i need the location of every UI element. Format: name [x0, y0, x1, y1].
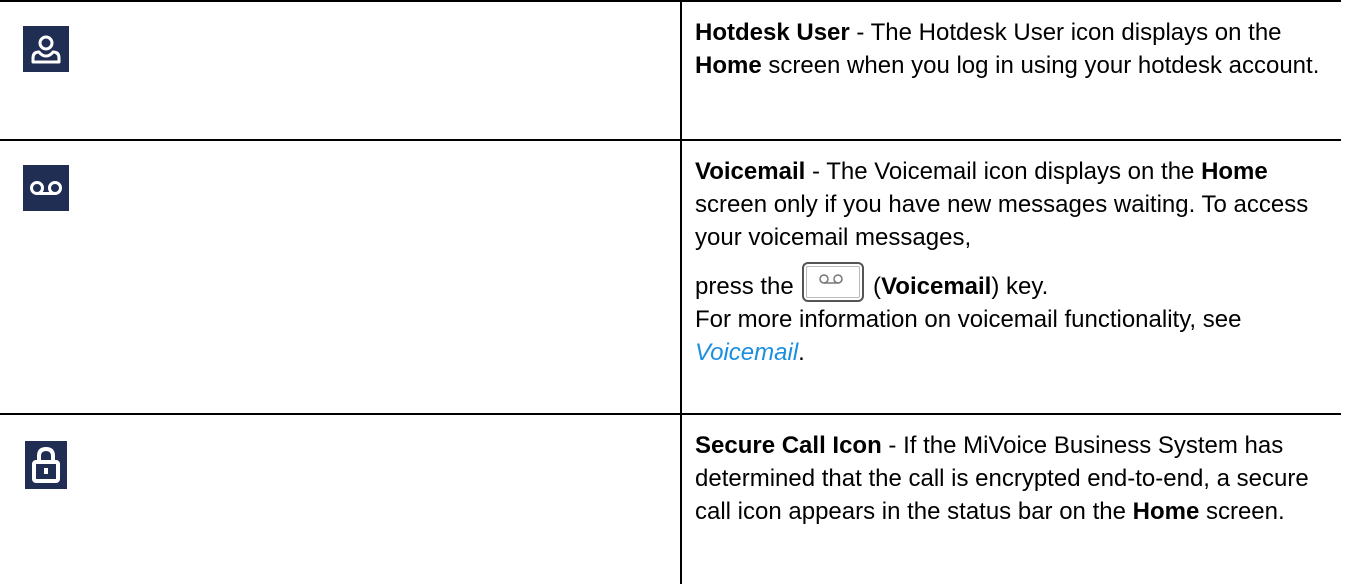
lock-icon: [25, 441, 67, 489]
icon-cell: [0, 413, 682, 584]
description-cell: Hotdesk User - The Hotdesk User icon dis…: [680, 0, 1341, 141]
voicemail-key-icon: [802, 262, 865, 302]
icon-cell: [0, 139, 682, 415]
status-icons-table: Hotdesk User - The Hotdesk User icon dis…: [0, 0, 1341, 584]
table-row: Voicemail - The Voicemail icon displays …: [0, 139, 1341, 415]
row-title: Hotdesk User: [695, 19, 850, 46]
voicemail-icon: [23, 165, 69, 211]
table-row: Hotdesk User - The Hotdesk User icon dis…: [0, 0, 1341, 141]
voicemail-description: Voicemail - The Voicemail icon displays …: [695, 158, 1309, 251]
description-cell: Secure Call Icon - If the MiVoice Busine…: [680, 413, 1341, 584]
hotdesk-description: Hotdesk User - The Hotdesk User icon dis…: [695, 19, 1320, 79]
table-row: Secure Call Icon - If the MiVoice Busine…: [0, 413, 1341, 584]
row-title: Voicemail: [695, 158, 806, 185]
description-cell: Voicemail - The Voicemail icon displays …: [680, 139, 1341, 415]
voicemail-link[interactable]: Voicemail: [695, 339, 798, 366]
hotdesk-user-icon: [23, 26, 69, 72]
secure-call-description: Secure Call Icon - If the MiVoice Busine…: [695, 432, 1309, 525]
voicemail-more-info: For more information on voicemail functi…: [695, 306, 1242, 366]
voicemail-key-instruction: press the (Voicemail) key.: [695, 262, 1331, 303]
row-title: Secure Call Icon: [695, 432, 882, 459]
icon-cell: [0, 0, 682, 141]
